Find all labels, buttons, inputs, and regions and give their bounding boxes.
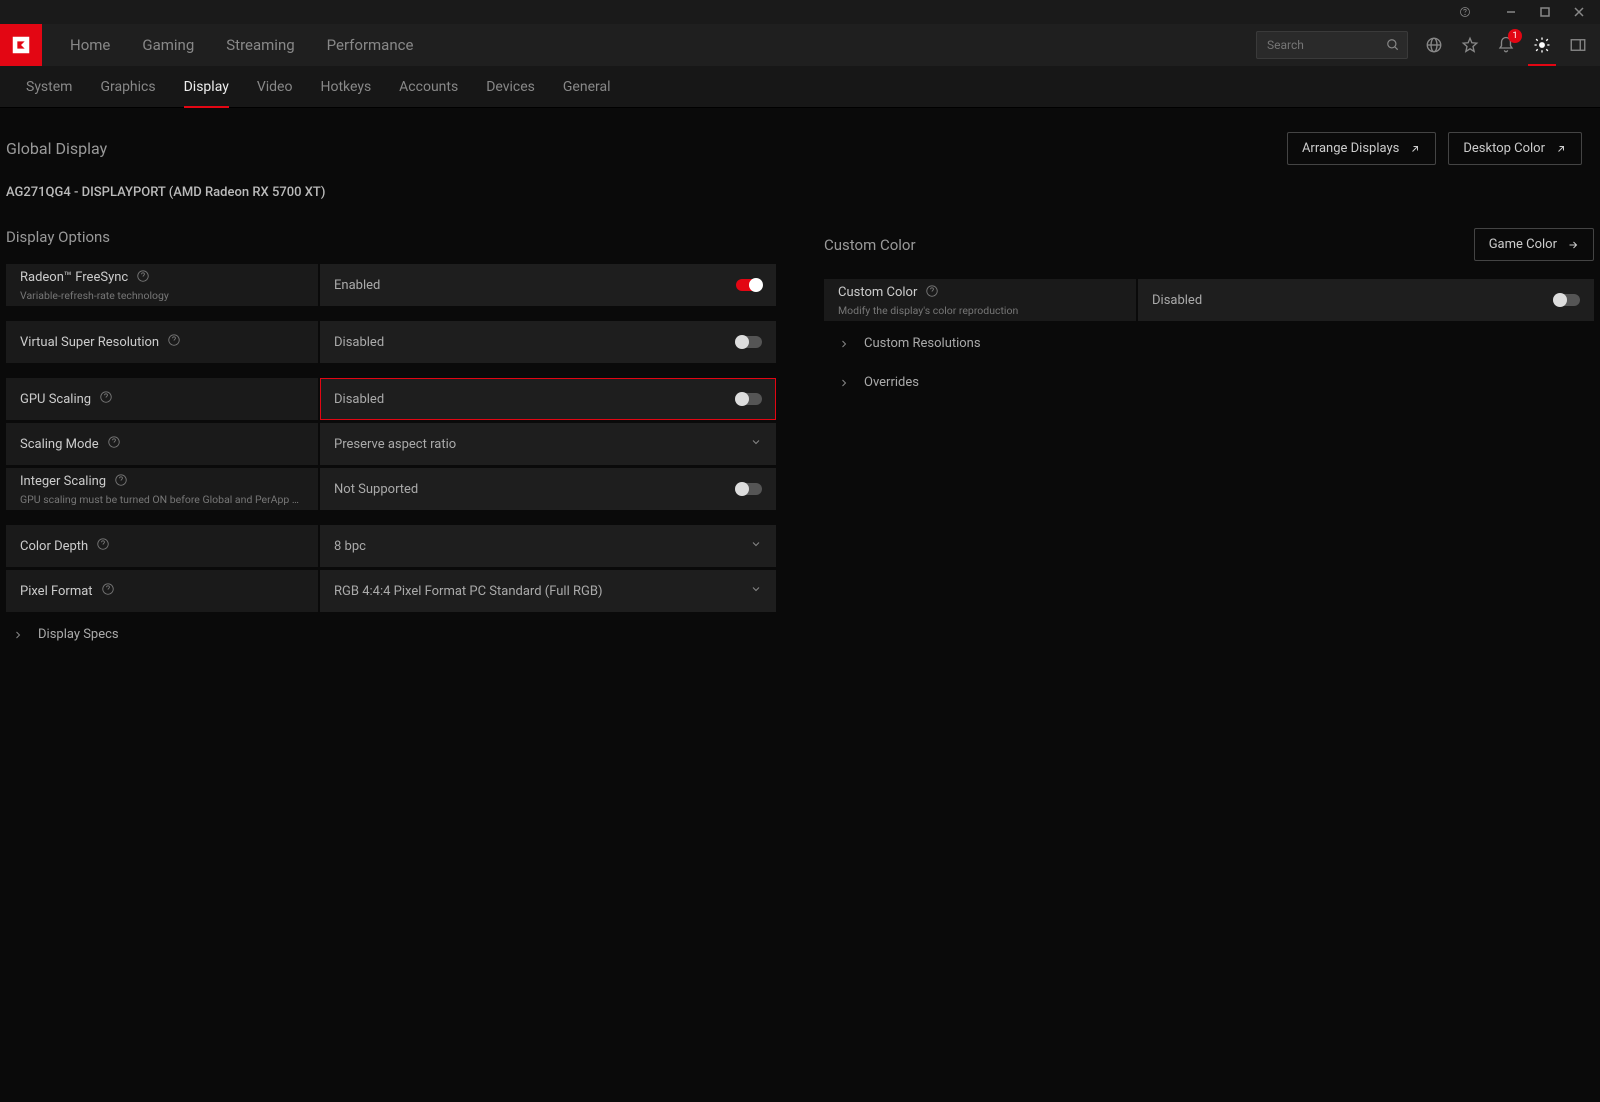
notification-badge: 1: [1508, 29, 1522, 43]
chevron-down-icon: [750, 436, 762, 452]
sub-nav: System Graphics Display Video Hotkeys Ac…: [0, 66, 1600, 108]
scaling-mode-value: Preserve aspect ratio: [334, 437, 456, 452]
pixel-format-row: Pixel Format RGB 4:4:4 Pixel Format PC S…: [6, 570, 776, 612]
help-icon[interactable]: [136, 269, 150, 287]
help-icon[interactable]: [107, 435, 121, 453]
tab-display[interactable]: Display: [170, 66, 243, 108]
freesync-row: Radeon™ FreeSync Variable-refresh-rate t…: [6, 264, 776, 306]
color-depth-dropdown[interactable]: 8 bpc: [320, 525, 776, 567]
gpu-scaling-label: GPU Scaling: [20, 392, 91, 407]
color-depth-row: Color Depth 8 bpc: [6, 525, 776, 567]
nav-gaming[interactable]: Gaming: [126, 24, 210, 66]
chevron-right-icon: [12, 629, 24, 641]
external-link-icon: [1555, 143, 1567, 155]
integer-scaling-value: Not Supported: [334, 482, 418, 497]
tab-accounts[interactable]: Accounts: [385, 66, 472, 108]
main-nav: Home Gaming Streaming Performance 1: [0, 24, 1600, 66]
display-specs-expand[interactable]: Display Specs: [6, 615, 776, 654]
tab-system[interactable]: System: [12, 66, 86, 108]
nav-performance[interactable]: Performance: [311, 24, 430, 66]
freesync-desc: Variable-refresh-rate technology: [20, 289, 300, 302]
custom-color-title: Custom Color: [824, 236, 916, 254]
overrides-expand[interactable]: Overrides: [824, 363, 1594, 402]
custom-resolutions-label: Custom Resolutions: [864, 336, 981, 351]
chevron-down-icon: [750, 583, 762, 599]
integer-scaling-row: Integer Scaling GPU scaling must be turn…: [6, 468, 776, 510]
tab-devices[interactable]: Devices: [472, 66, 549, 108]
scaling-mode-dropdown[interactable]: Preserve aspect ratio: [320, 423, 776, 465]
custom-resolutions-expand[interactable]: Custom Resolutions: [824, 324, 1594, 363]
integer-scaling-toggle[interactable]: [736, 483, 762, 495]
overrides-label: Overrides: [864, 375, 919, 390]
help-icon[interactable]: [96, 537, 110, 555]
globe-icon[interactable]: [1424, 35, 1444, 55]
desktop-color-label: Desktop Color: [1463, 141, 1545, 156]
page-title: Global Display: [6, 139, 107, 158]
custom-color-row: Custom Color Modify the display's color …: [824, 279, 1594, 321]
external-link-icon: [1409, 143, 1421, 155]
display-identifier: AG271QG4 - DISPLAYPORT (AMD Radeon RX 57…: [0, 185, 1600, 228]
pixel-format-label: Pixel Format: [20, 584, 93, 599]
close-button[interactable]: [1564, 2, 1594, 22]
freesync-label: Radeon™ FreeSync: [20, 270, 128, 285]
nav-home[interactable]: Home: [54, 24, 126, 66]
star-icon[interactable]: [1460, 35, 1480, 55]
nav-streaming[interactable]: Streaming: [210, 24, 310, 66]
vsr-label: Virtual Super Resolution: [20, 335, 159, 350]
help-icon[interactable]: [925, 284, 939, 302]
tab-graphics[interactable]: Graphics: [86, 66, 169, 108]
vsr-toggle[interactable]: [736, 336, 762, 348]
pixel-format-dropdown[interactable]: RGB 4:4:4 Pixel Format PC Standard (Full…: [320, 570, 776, 612]
search-box: [1256, 31, 1408, 59]
chevron-right-icon: [838, 377, 850, 389]
maximize-button[interactable]: [1530, 2, 1560, 22]
integer-scaling-label: Integer Scaling: [20, 474, 106, 489]
freesync-toggle[interactable]: [736, 279, 762, 291]
help-icon[interactable]: [101, 582, 115, 600]
color-depth-value: 8 bpc: [334, 539, 366, 554]
display-options-title: Display Options: [6, 228, 110, 246]
gpu-scaling-value: Disabled: [334, 392, 384, 407]
tab-hotkeys[interactable]: Hotkeys: [306, 66, 385, 108]
gear-icon[interactable]: [1532, 35, 1552, 55]
tab-video[interactable]: Video: [243, 66, 307, 108]
gpu-scaling-toggle[interactable]: [736, 393, 762, 405]
chevron-down-icon: [750, 538, 762, 554]
integer-scaling-desc: GPU scaling must be turned ON before Glo…: [20, 493, 300, 506]
help-icon[interactable]: [167, 333, 181, 351]
titlebar: [0, 0, 1600, 24]
arrow-right-icon: [1567, 239, 1579, 251]
custom-color-label: Custom Color: [838, 285, 917, 300]
sidebar-toggle-icon[interactable]: [1568, 35, 1588, 55]
custom-color-toggle[interactable]: [1554, 294, 1580, 306]
minimize-button[interactable]: [1496, 2, 1526, 22]
tab-general[interactable]: General: [549, 66, 625, 108]
gpu-scaling-row: GPU Scaling Disabled: [6, 378, 776, 420]
arrange-displays-button[interactable]: Arrange Displays: [1287, 132, 1436, 165]
chevron-right-icon: [838, 338, 850, 350]
pixel-format-value: RGB 4:4:4 Pixel Format PC Standard (Full…: [334, 584, 602, 599]
vsr-value: Disabled: [334, 335, 384, 350]
scaling-mode-row: Scaling Mode Preserve aspect ratio: [6, 423, 776, 465]
help-icon[interactable]: [114, 473, 128, 491]
game-color-button[interactable]: Game Color: [1474, 228, 1594, 261]
custom-color-value: Disabled: [1152, 293, 1202, 308]
freesync-value: Enabled: [334, 278, 380, 293]
desktop-color-button[interactable]: Desktop Color: [1448, 132, 1582, 165]
arrange-displays-label: Arrange Displays: [1302, 141, 1399, 156]
amd-logo[interactable]: [0, 24, 42, 66]
display-specs-label: Display Specs: [38, 627, 119, 642]
bell-icon[interactable]: 1: [1496, 35, 1516, 55]
help-icon[interactable]: [99, 390, 113, 408]
scaling-mode-label: Scaling Mode: [20, 437, 99, 452]
vsr-row: Virtual Super Resolution Disabled: [6, 321, 776, 363]
color-depth-label: Color Depth: [20, 539, 88, 554]
help-icon[interactable]: [1450, 2, 1480, 22]
custom-color-desc: Modify the display's color reproduction: [838, 304, 1118, 317]
search-icon[interactable]: [1386, 37, 1400, 56]
game-color-label: Game Color: [1489, 237, 1557, 252]
